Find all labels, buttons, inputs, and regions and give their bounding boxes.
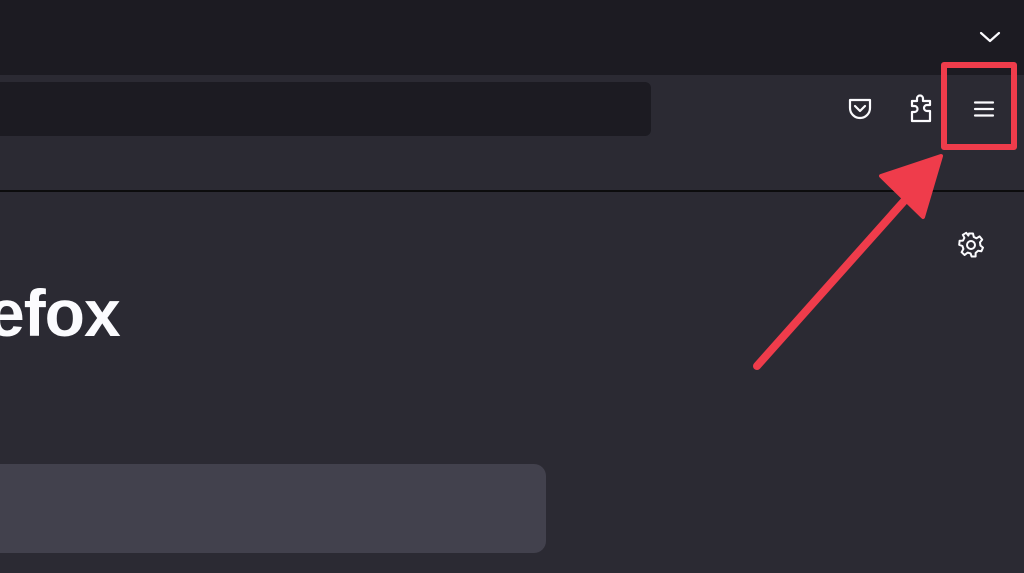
firefox-wordmark: efox	[0, 276, 121, 350]
tab-strip	[0, 0, 1024, 75]
navigation-toolbar	[0, 75, 1024, 190]
pocket-icon	[848, 98, 872, 120]
menu-highlight-box	[941, 62, 1017, 150]
browser-window: efox	[0, 0, 1024, 573]
puzzle-piece-icon	[910, 94, 932, 123]
new-tab-page: efox	[0, 192, 1024, 573]
save-to-pocket-button[interactable]	[838, 87, 882, 131]
search-field[interactable]	[0, 464, 546, 553]
extensions-button[interactable]	[900, 87, 944, 131]
url-bar[interactable]	[0, 82, 651, 136]
chevron-down-icon	[979, 31, 1001, 43]
gear-icon	[958, 231, 984, 258]
personalize-new-tab-button[interactable]	[951, 225, 991, 265]
list-all-tabs-button[interactable]	[970, 20, 1010, 54]
